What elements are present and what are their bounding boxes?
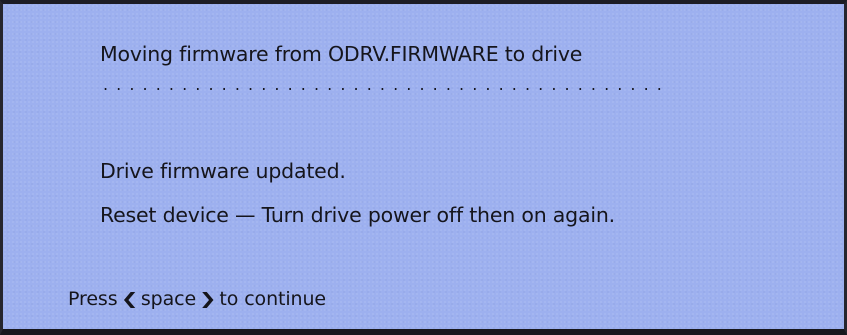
key-close-bracket-icon: ❯ — [199, 289, 217, 308]
space-key-label[interactable]: space — [141, 288, 196, 310]
status-message: Moving firmware from ODRV.FIRMWARE to dr… — [100, 42, 583, 66]
firmware-update-screen: Moving firmware from ODRV.FIRMWARE to dr… — [0, 0, 847, 335]
result-message: Drive firmware updated. — [100, 159, 346, 183]
progress-dots: ........................................… — [103, 75, 670, 94]
prompt-prefix: Press — [68, 288, 118, 310]
continue-prompt[interactable]: Press ❮ space ❯ to continue — [68, 287, 326, 311]
prompt-suffix: to continue — [219, 288, 327, 310]
key-open-bracket-icon: ❮ — [120, 289, 138, 308]
instruction-message: Reset device — Turn drive power off then… — [100, 203, 615, 227]
